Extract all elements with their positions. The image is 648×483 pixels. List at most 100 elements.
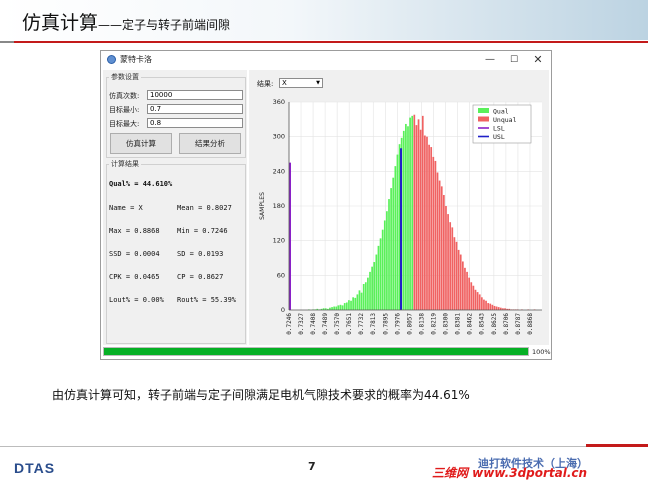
x-tick-label: 0.7489: [322, 313, 329, 335]
unqual-bar: [478, 294, 481, 310]
unqual-bar: [421, 115, 424, 310]
target-max-input[interactable]: 0.8: [147, 118, 243, 128]
unqual-bar: [426, 136, 428, 310]
qual-bar: [402, 130, 405, 310]
x-tick-label: 0.8462: [467, 313, 474, 335]
x-tick-label: 0.8300: [443, 313, 450, 335]
unqual-bar: [430, 147, 433, 310]
minimize-button[interactable]: —: [481, 53, 499, 67]
x-tick-label: 0.7732: [358, 313, 365, 335]
stat-name: Name = X: [109, 204, 143, 212]
unqual-bar: [464, 267, 466, 310]
unqual-bar: [472, 285, 475, 310]
qual-bar: [335, 306, 338, 310]
qual-bar: [341, 305, 344, 310]
y-tick-label: 60: [277, 271, 285, 279]
unqual-bar: [495, 306, 498, 310]
stat-cpk: CPK = 0.0465: [109, 273, 160, 281]
window-titlebar[interactable]: 蒙特卡洛 — ☐ ✕: [101, 51, 551, 69]
close-button[interactable]: ✕: [529, 53, 547, 67]
y-tick-label: 300: [273, 133, 285, 141]
qual-bar: [339, 304, 342, 310]
qual-bar: [358, 290, 361, 310]
unqual-bar: [424, 135, 426, 310]
conclusion-text: 由仿真计算可知，转子前端与定子间隙满足电机气隙技术要求的概率为44.61%: [52, 388, 470, 402]
x-tick-label: 0.8381: [455, 313, 462, 335]
unqual-bar: [451, 227, 454, 310]
qual-bar: [392, 177, 395, 310]
qual-bar: [394, 166, 397, 310]
progress-fill: [104, 348, 528, 355]
stat-ssd: SSD = 0.0004: [109, 250, 160, 258]
unqual-bar: [440, 186, 443, 310]
unqual-bar: [468, 277, 471, 310]
qual-bar: [407, 126, 409, 310]
stat-cp: CP = 0.8627: [177, 273, 224, 281]
x-tick-label: 0.8868: [527, 313, 534, 335]
unqual-bar: [432, 156, 435, 310]
qual-bar: [371, 266, 373, 310]
header-red-line: [0, 41, 648, 43]
unqual-bar: [474, 289, 477, 310]
x-tick-label: 0.8138: [419, 313, 426, 335]
unqual-bar: [485, 300, 487, 310]
simulate-button[interactable]: 仿真计算: [110, 133, 172, 154]
maximize-button[interactable]: ☐: [505, 53, 523, 67]
qual-bar: [345, 302, 348, 310]
qual-bar: [377, 245, 380, 310]
qual-bar: [390, 188, 392, 310]
monte-carlo-window: 蒙特卡洛 — ☐ ✕ 参数设置 仿真次数: 10000 目标最小: 0.7 目标…: [100, 50, 552, 360]
target-min-label: 目标最小:: [109, 106, 140, 114]
x-tick-label: 0.8706: [503, 313, 510, 335]
x-tick-label: 0.7895: [382, 313, 389, 335]
page-number: 7: [308, 460, 316, 473]
app-icon: [107, 55, 116, 64]
qual-bar: [411, 115, 414, 310]
stat-max: Max = 0.8868: [109, 227, 160, 235]
y-tick-label: 240: [273, 167, 285, 175]
stat-sd: SD = 0.0193: [177, 250, 224, 258]
unqual-bar: [413, 114, 416, 310]
analyze-button[interactable]: 结果分析: [179, 133, 241, 154]
unqual-bar: [436, 172, 439, 310]
progress-bar: [103, 347, 529, 356]
x-tick-label: 0.7976: [394, 313, 401, 335]
qual-bar: [343, 303, 346, 310]
unqual-bar: [449, 222, 452, 310]
unqual-bar: [476, 292, 479, 310]
y-tick-label: 360: [273, 98, 285, 106]
slide-header: 仿真计算——定子与转子前端间隙: [0, 0, 648, 40]
legend-label: Unqual: [493, 116, 517, 124]
x-tick-label: 0.8219: [431, 313, 438, 335]
qual-bar: [369, 271, 371, 310]
qual-bar: [379, 238, 382, 310]
unqual-bar: [466, 271, 468, 310]
stat-lout: Lout% = 0.00%: [109, 296, 164, 304]
x-tick-label: 0.8057: [406, 313, 413, 335]
legend-label: Qual: [493, 108, 509, 116]
unqual-bar: [442, 195, 445, 310]
params-group-title: 参数设置: [109, 72, 141, 82]
slide-title-main: 仿真计算: [22, 12, 99, 34]
qual-bar: [352, 297, 354, 310]
unqual-bar: [457, 249, 460, 310]
qual-bar: [367, 277, 369, 310]
qual-bar: [405, 123, 407, 310]
target-min-input[interactable]: 0.7: [147, 104, 243, 114]
runs-input[interactable]: 10000: [147, 90, 243, 100]
stat-mean: Mean = 0.8027: [177, 204, 232, 212]
legend-label: LSL: [493, 125, 505, 133]
qual-bar: [331, 307, 333, 310]
y-tick-label: 180: [273, 202, 285, 210]
slide-title-sub: ——定子与转子前端间隙: [98, 18, 231, 32]
stat-min: Min = 0.7246: [177, 227, 228, 235]
unqual-bar: [489, 303, 492, 310]
dtas-logo: DTAS: [14, 460, 56, 476]
results-group-title: 计算结果: [109, 159, 141, 169]
qual-bar: [386, 211, 388, 310]
qual-bar: [383, 220, 386, 310]
slide-title: 仿真计算——定子与转子前端间隙: [22, 8, 230, 35]
qual-bar: [409, 117, 411, 310]
x-tick-label: 0.8625: [491, 313, 498, 335]
unqual-bar: [487, 303, 490, 310]
